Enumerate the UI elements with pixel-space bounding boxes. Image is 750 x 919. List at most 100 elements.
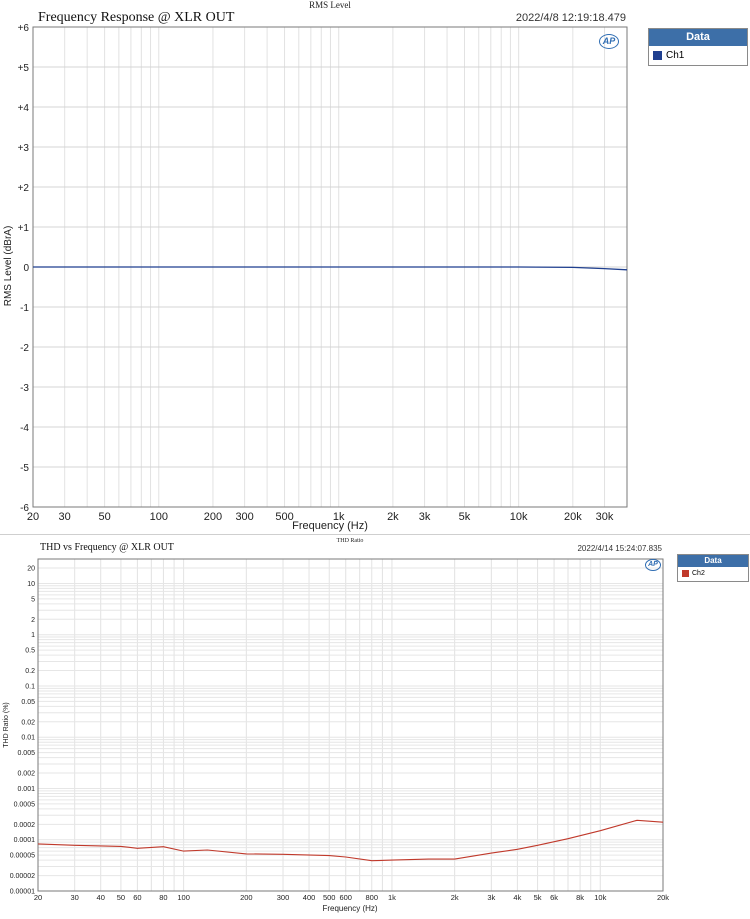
y-tick-label: 0.00002 bbox=[10, 873, 35, 880]
y-tick-label: +5 bbox=[18, 63, 30, 74]
y-tick-label: 10 bbox=[27, 581, 35, 588]
x-tick-label: 8k bbox=[576, 893, 584, 902]
y-tick-label: 0.005 bbox=[17, 750, 35, 757]
y-tick-label: 0.0005 bbox=[14, 801, 36, 808]
x-tick-label: 50 bbox=[98, 511, 110, 523]
chart-title: Frequency Response @ XLR OUT bbox=[38, 10, 235, 25]
x-tick-label: 10k bbox=[510, 511, 528, 523]
x-tick-label: 2k bbox=[387, 511, 399, 523]
y-tick-label: 0.0001 bbox=[14, 837, 36, 844]
y-tick-label: -1 bbox=[20, 303, 29, 314]
legend-label: Ch1 bbox=[666, 49, 685, 61]
x-tick-label: 6k bbox=[550, 893, 558, 902]
legend[interactable]: Data Ch2 bbox=[677, 554, 749, 582]
legend[interactable]: Data Ch1 bbox=[648, 28, 748, 66]
x-tick-label: 200 bbox=[204, 511, 222, 523]
y-tick-label: 0.001 bbox=[17, 786, 35, 793]
x-tick-label: 1k bbox=[388, 893, 396, 902]
x-tick-label: 100 bbox=[150, 511, 168, 523]
chart-timestamp: 2022/4/8 12:19:18.479 bbox=[516, 12, 626, 24]
series-lines bbox=[37, 819, 664, 862]
legend-item-ch1[interactable]: Ch1 bbox=[649, 46, 747, 64]
legend-label: Ch2 bbox=[692, 570, 705, 577]
y-tick-label: 0.0002 bbox=[14, 822, 36, 829]
frequency-response-chart: RMS Level Frequency Response @ XLR OUT 2… bbox=[3, 0, 628, 532]
x-tick-label: 60 bbox=[133, 893, 141, 902]
x-axis-label: Frequency (Hz) bbox=[292, 520, 368, 532]
chart-suptitle: RMS Level bbox=[309, 0, 351, 10]
y-tick-label: -6 bbox=[20, 503, 29, 514]
ap-logo-icon: AP bbox=[599, 34, 619, 49]
x-tick-label: 3k bbox=[487, 893, 495, 902]
y-tick-label: 0.02 bbox=[21, 719, 35, 726]
x-tick-label: 30 bbox=[59, 511, 71, 523]
x-tick-label: 3k bbox=[419, 511, 431, 523]
plot-grid bbox=[37, 558, 664, 892]
x-tick-label: 80 bbox=[159, 893, 167, 902]
legend-swatch bbox=[653, 50, 662, 60]
x-tick-label: 300 bbox=[277, 893, 290, 902]
y-tick-label: 2 bbox=[31, 617, 35, 624]
x-tick-label: 300 bbox=[235, 511, 253, 523]
y-tick-label: +2 bbox=[18, 183, 30, 194]
legend-title: Data bbox=[649, 29, 747, 46]
x-tick-label: 4k bbox=[513, 893, 521, 902]
x-tick-label: 500 bbox=[275, 511, 293, 523]
y-tick-label: 1 bbox=[31, 632, 35, 639]
x-tick-label: 10k bbox=[594, 893, 606, 902]
x-tick-label: 200 bbox=[240, 893, 253, 902]
ap-logo-icon: AP bbox=[645, 559, 661, 571]
y-tick-label: 0.5 bbox=[25, 648, 35, 655]
y-tick-label: -5 bbox=[20, 463, 29, 474]
x-tick-label: 2k bbox=[451, 893, 459, 902]
x-tick-label: 20 bbox=[34, 893, 42, 902]
x-tick-label: 30 bbox=[71, 893, 79, 902]
y-tick-labels: 20 10 5 2 1 0.5 0.2 0.1 0.05 0.02 0.01 0.005 0.002 0.… bbox=[10, 566, 35, 896]
legend-title: Data bbox=[678, 555, 748, 567]
chart-suptitle: THD Ratio bbox=[337, 538, 364, 544]
x-tick-label: 100 bbox=[177, 893, 190, 902]
thd-chart: THD Ratio THD vs Frequency @ XLR OUT 202… bbox=[3, 538, 669, 913]
legend-item-ch2[interactable]: Ch2 bbox=[678, 567, 748, 580]
y-tick-label: 0.00005 bbox=[10, 853, 35, 860]
y-tick-label: 0.1 bbox=[25, 683, 35, 690]
x-tick-label: 30k bbox=[596, 511, 614, 523]
x-tick-label: 40 bbox=[97, 893, 105, 902]
plot-frame bbox=[37, 558, 664, 892]
x-tick-label: 5k bbox=[534, 893, 542, 902]
x-tick-labels: 20 30 40 50 60 80 100 200 300 400 500 600 800 1k 2k 3k 4… bbox=[34, 893, 669, 902]
x-tick-label: 50 bbox=[117, 893, 125, 902]
x-axis-label: Frequency (Hz) bbox=[322, 904, 377, 913]
x-tick-label: 20k bbox=[564, 511, 582, 523]
thd-panel: THD Ratio THD vs Frequency @ XLR OUT 202… bbox=[0, 534, 750, 914]
x-tick-label: 400 bbox=[303, 893, 316, 902]
y-tick-label: 0.002 bbox=[17, 771, 35, 778]
x-tick-label: 800 bbox=[366, 893, 379, 902]
y-tick-label: 0.2 bbox=[25, 668, 35, 675]
x-tick-label: 600 bbox=[339, 893, 352, 902]
y-tick-label: 0.01 bbox=[21, 735, 35, 742]
y-tick-label: 20 bbox=[27, 566, 35, 573]
y-tick-label: 5 bbox=[31, 596, 35, 603]
y-axis-label: THD Ratio (%) bbox=[3, 702, 10, 748]
chart-timestamp: 2022/4/14 15:24:07.835 bbox=[577, 544, 662, 553]
x-tick-label: 20k bbox=[657, 893, 669, 902]
y-tick-label: 0.05 bbox=[21, 699, 35, 706]
y-tick-label: 0.00001 bbox=[10, 889, 35, 896]
x-tick-label: 500 bbox=[323, 893, 336, 902]
frequency-response-panel: RMS Level Frequency Response @ XLR OUT 2… bbox=[0, 0, 750, 534]
series-line-ch2 bbox=[37, 819, 664, 862]
y-tick-labels: +6 +5 +4 +3 +2 +1 0 -1 -2 -3 -4 -5 -6 bbox=[18, 23, 30, 514]
chart-title: THD vs Frequency @ XLR OUT bbox=[40, 542, 174, 553]
y-tick-label: -2 bbox=[20, 343, 29, 354]
y-tick-label: +6 bbox=[18, 23, 30, 34]
y-tick-label: 0 bbox=[23, 263, 29, 274]
y-tick-label: -4 bbox=[20, 423, 29, 434]
x-tick-label: 5k bbox=[459, 511, 471, 523]
y-tick-label: -3 bbox=[20, 383, 29, 394]
y-tick-label: +4 bbox=[18, 103, 30, 114]
legend-swatch bbox=[682, 570, 689, 577]
y-axis-label: RMS Level (dBrA) bbox=[3, 226, 14, 307]
y-tick-label: +3 bbox=[18, 143, 30, 154]
y-tick-label: +1 bbox=[18, 223, 30, 234]
